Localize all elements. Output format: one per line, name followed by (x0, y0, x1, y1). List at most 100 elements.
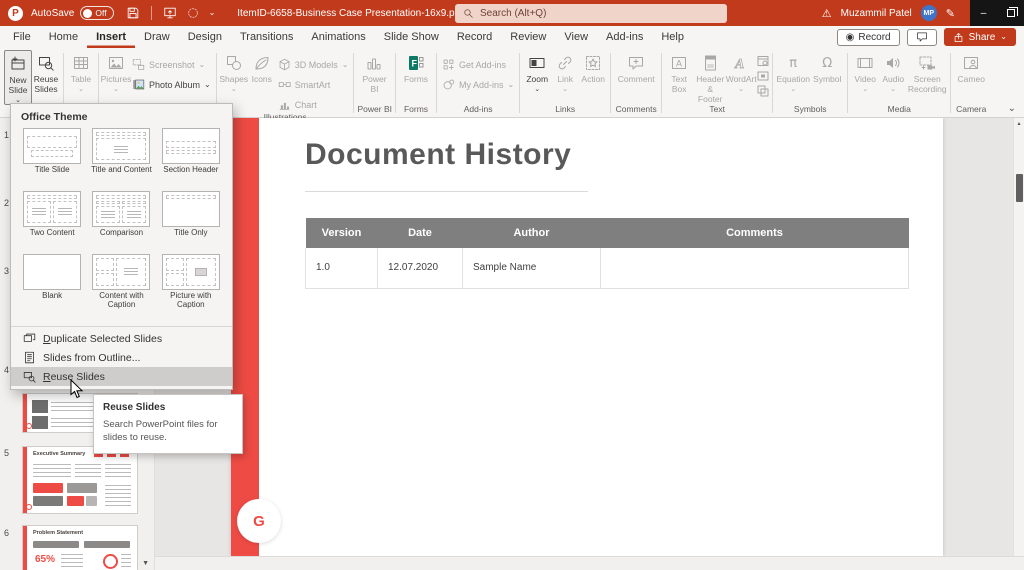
icons-button[interactable]: Icons (248, 50, 276, 85)
table-row: 1.0 12.07.2020 Sample Name (306, 248, 909, 288)
3d-models-button[interactable]: 3D Models ⌄ (278, 57, 349, 72)
slide-number-1: 1 (4, 130, 9, 140)
screen-recording-icon (918, 53, 936, 73)
tab-record[interactable]: Record (448, 26, 501, 48)
table-button[interactable]: Table ⌄ (67, 50, 95, 93)
slides-from-outline-item[interactable]: Slides from Outline... (11, 348, 232, 367)
cell-author[interactable]: Sample Name (463, 248, 601, 288)
present-from-beginning-button[interactable] (163, 6, 177, 20)
reuse-slides-item[interactable]: Reuse Slides (11, 367, 232, 386)
layout-title-slide[interactable]: Title Slide (21, 128, 83, 187)
save-button[interactable] (126, 6, 140, 20)
layout-blank[interactable]: Blank (21, 254, 83, 322)
autosave-toggle[interactable]: Off (80, 6, 113, 20)
customize-quick-access-icon[interactable] (186, 6, 200, 20)
screen-recording-button[interactable]: Screen Recording (907, 50, 947, 95)
svg-text:A: A (676, 59, 682, 69)
tab-slide-show[interactable]: Slide Show (375, 26, 448, 48)
zoom-button[interactable]: Zoom ⌄ (523, 50, 551, 93)
slide-title[interactable]: Document History (305, 138, 571, 172)
header-footer-icon (701, 53, 719, 73)
tab-home[interactable]: Home (40, 26, 87, 48)
vertical-scrollbar[interactable]: ▴ (1013, 118, 1024, 556)
slide-number-6: 6 (4, 528, 9, 538)
cell-comments[interactable] (601, 248, 909, 288)
scrollbar-up-icon[interactable]: ▴ (1014, 120, 1024, 127)
action-button[interactable]: Action (579, 50, 607, 85)
symbol-button[interactable]: Ω Symbol (810, 50, 844, 85)
screenshot-button[interactable]: Screenshot ⌄ (132, 57, 211, 72)
my-add-ins-button[interactable]: My Add-ins ⌄ (442, 77, 514, 92)
power-bi-button[interactable]: Power BI (357, 50, 391, 95)
tab-design[interactable]: Design (179, 26, 231, 48)
minimize-button[interactable]: – (970, 0, 997, 26)
layout-picture-with-caption[interactable]: Picture with Caption (160, 254, 222, 322)
collapse-ribbon-icon[interactable]: ⌄ (1008, 103, 1016, 114)
layout-preview (162, 128, 220, 164)
record-button[interactable]: ◉ Record (837, 29, 900, 46)
tab-insert[interactable]: Insert (87, 26, 135, 48)
reuse-slides-button[interactable]: Reuse Slides (32, 50, 60, 95)
tab-review[interactable]: Review (501, 26, 555, 48)
comments-button[interactable] (907, 29, 937, 46)
document-history-table[interactable]: Version Date Author Comments 1.0 12.07.2… (305, 218, 909, 289)
header-footer-button[interactable]: Header & Footer (693, 50, 727, 104)
thumbnail-stat: 65% (35, 554, 55, 565)
quick-access-caret-icon[interactable]: ⌄ (209, 9, 216, 17)
layout-preview (92, 128, 150, 164)
pictures-button[interactable]: Pictures ⌄ (102, 50, 130, 93)
group-separator (353, 53, 354, 113)
link-button[interactable]: Link ⌄ (551, 50, 579, 93)
layout-title-only[interactable]: Title Only (160, 191, 222, 250)
tab-draw[interactable]: Draw (135, 26, 179, 48)
smartart-button[interactable]: SmartArt (278, 77, 349, 92)
avatar[interactable]: MP (921, 5, 937, 21)
autosave-label: AutoSave (31, 8, 74, 19)
3d-cube-icon (278, 58, 291, 71)
scrollbar-thumb[interactable] (1016, 174, 1023, 202)
shapes-button[interactable]: Shapes ⌄ (220, 50, 248, 93)
layout-preview (23, 254, 81, 290)
date-time-button[interactable] (757, 55, 769, 67)
object-button[interactable] (757, 85, 769, 97)
layout-comparison[interactable]: Comparison (90, 191, 152, 250)
photo-album-button[interactable]: Photo Album ⌄ (132, 77, 211, 92)
restore-button[interactable] (997, 0, 1024, 26)
get-add-ins-button[interactable]: Get Add-ins (442, 57, 514, 72)
thumbnails-scroll-down-icon[interactable]: ▼ (142, 560, 149, 567)
tab-animations[interactable]: Animations (302, 26, 374, 48)
cameo-button[interactable]: Cameo (954, 50, 988, 85)
pen-tools-icon[interactable]: ✎ (946, 7, 955, 20)
comment-button[interactable]: Comment (614, 50, 658, 85)
tab-file[interactable]: File (4, 26, 40, 48)
layout-preview (162, 254, 220, 290)
layout-title-and-content[interactable]: Title and Content (90, 128, 152, 187)
wordart-button[interactable]: A WordArt ⌄ (727, 50, 755, 93)
forms-button[interactable]: F Forms (399, 50, 433, 85)
slide-6-thumbnail[interactable]: Problem Statement 65% (22, 525, 138, 570)
slide-number-button[interactable] (757, 70, 769, 82)
reuse-slides-icon (23, 370, 36, 383)
video-button[interactable]: Video ⌄ (851, 50, 879, 93)
smartart-icon (278, 78, 291, 91)
search-input[interactable]: Search (Alt+Q) (455, 4, 727, 23)
menu-divider (11, 326, 232, 327)
share-button[interactable]: Share ⌄ (944, 28, 1016, 46)
tab-help[interactable]: Help (652, 26, 693, 48)
tab-view[interactable]: View (555, 26, 597, 48)
tab-add-ins[interactable]: Add-ins (597, 26, 652, 48)
equation-button[interactable]: π Equation ⌄ (776, 50, 810, 93)
tab-transitions[interactable]: Transitions (231, 26, 302, 48)
layout-section-header[interactable]: Section Header (160, 128, 222, 187)
slide-editor[interactable]: G Document History Version Date Author C… (231, 118, 943, 556)
chart-button[interactable]: Chart (278, 97, 349, 112)
cell-version[interactable]: 1.0 (306, 248, 378, 288)
cell-date[interactable]: 12.07.2020 (378, 248, 463, 288)
layout-content-with-caption[interactable]: Content with Caption (90, 254, 152, 322)
slide-5-thumbnail[interactable]: Executive Summary (22, 446, 138, 514)
text-box-button[interactable]: A Text Box (665, 50, 693, 95)
new-slide-button[interactable]: New Slide ⌄ (4, 50, 32, 105)
layout-two-content[interactable]: Two Content (21, 191, 83, 250)
warning-icon[interactable]: ⚠ (822, 7, 832, 20)
audio-button[interactable]: Audio ⌄ (879, 50, 907, 93)
